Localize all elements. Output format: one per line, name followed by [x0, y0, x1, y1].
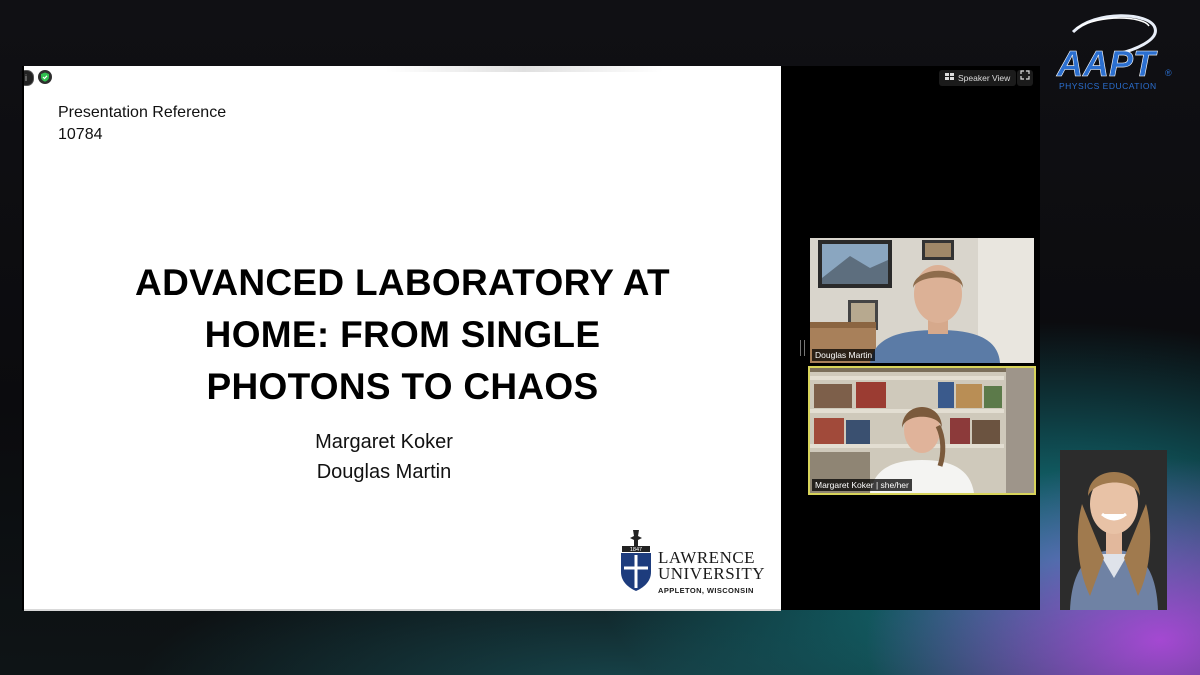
participant-tile-douglas[interactable]: Douglas Martin [810, 238, 1034, 363]
zoom-window: i Presentation Reference 10784 ADVANCED … [22, 66, 1040, 611]
reference-number: 10784 [58, 126, 103, 143]
reference-label: Presentation Reference [58, 104, 227, 121]
participant-name: Douglas Martin [812, 349, 876, 361]
university-crest-icon: 1847 [621, 530, 651, 591]
speaker-portrait [1060, 450, 1167, 610]
university-line-2: UNIVERSITY [658, 564, 765, 583]
speaker-view-label: Speaker View [958, 73, 1011, 83]
slide-authors: Margaret Koker Douglas Martin [24, 427, 744, 487]
university-wordmark: LAWRENCE UNIVERSITY APPLETON, WISCONSIN [658, 549, 765, 595]
slide-title: ADVANCED LABORATORY AT HOME: FROM SINGLE… [24, 257, 781, 413]
aapt-logo: AAPT PHYSICS EDUCATION ® [1055, 10, 1175, 98]
registered-mark: ® [1165, 68, 1172, 78]
lawrence-university-logo: 1847 LAWRENCE UNIVERSITY APPLETON, WISCO… [616, 528, 766, 598]
university-location: APPLETON, WISCONSIN [658, 586, 754, 595]
participant-tile-margaret[interactable]: Margaret Koker | she/her [808, 366, 1036, 495]
speaker-photo [1060, 450, 1167, 610]
author-1: Margaret Koker [315, 431, 453, 453]
speaker-view-button[interactable]: Speaker View [939, 70, 1017, 86]
fullscreen-icon [1020, 70, 1030, 80]
title-line-1: ADVANCED LABORATORY AT [135, 262, 670, 303]
participant-video [810, 368, 1034, 493]
crest-year: 1847 [630, 547, 642, 553]
aapt-wordmark: AAPT [1056, 43, 1158, 84]
security-shield-icon[interactable] [38, 70, 52, 84]
info-icon[interactable]: i [24, 70, 34, 86]
panel-resize-handle[interactable] [800, 340, 805, 356]
aapt-tagline: PHYSICS EDUCATION [1059, 81, 1157, 91]
author-2: Douglas Martin [316, 461, 452, 483]
fullscreen-button[interactable] [1017, 70, 1033, 86]
grid-icon [945, 70, 954, 86]
title-line-2: HOME: FROM SINGLE [204, 314, 601, 355]
participant-name: Margaret Koker | she/her [812, 479, 912, 491]
presentation-reference: Presentation Reference 10784 [58, 102, 226, 146]
participant-video [810, 238, 1034, 363]
title-line-3: PHOTONS TO CHAOS [206, 366, 599, 407]
shared-slide: i Presentation Reference 10784 ADVANCED … [24, 66, 781, 611]
sharing-bar-shadow [384, 66, 664, 72]
